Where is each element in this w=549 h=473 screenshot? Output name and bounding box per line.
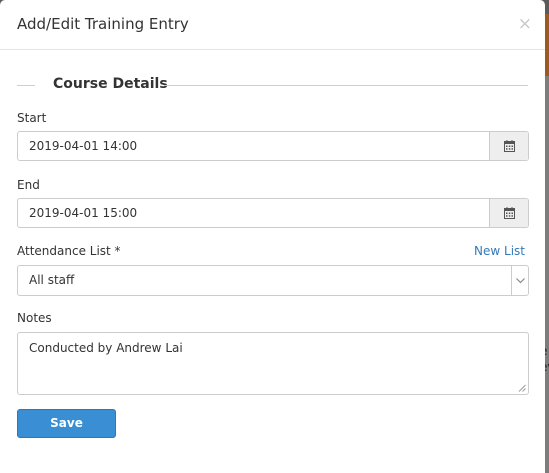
calendar-icon <box>503 207 515 219</box>
notes-value[interactable]: Conducted by Andrew Lai <box>29 341 183 355</box>
start-datetime-field[interactable]: 2019-04-01 14:00 <box>17 131 529 161</box>
notes-textarea[interactable]: Conducted by Andrew Lai <box>17 332 529 395</box>
end-datetime-field[interactable]: 2019-04-01 15:00 <box>17 198 529 228</box>
close-button[interactable]: × <box>518 14 532 34</box>
calendar-icon <box>503 140 515 152</box>
legend-divider-left <box>17 85 35 86</box>
training-entry-modal: Add/Edit Training Entry × Course Details… <box>0 0 545 473</box>
modal-title: Add/Edit Training Entry <box>17 15 189 33</box>
new-list-link[interactable]: New List <box>474 244 525 258</box>
attendance-selected-value[interactable]: All staff <box>18 266 511 295</box>
section-title: Course Details <box>53 76 168 92</box>
modal-header: Add/Edit Training Entry × <box>0 0 545 50</box>
attendance-dropdown-toggle[interactable] <box>511 266 528 295</box>
end-datetime-value[interactable]: 2019-04-01 15:00 <box>18 199 489 227</box>
chevron-down-icon <box>515 277 525 283</box>
start-label: Start <box>17 111 47 125</box>
save-button[interactable]: Save <box>17 409 116 438</box>
attendance-select[interactable]: All staff <box>17 265 529 296</box>
section-legend: Course Details <box>17 76 528 95</box>
legend-divider-right <box>164 85 528 86</box>
resize-handle-icon[interactable] <box>518 384 526 392</box>
end-label: End <box>17 178 40 192</box>
attendance-label: Attendance List * <box>17 244 121 258</box>
start-datetime-value[interactable]: 2019-04-01 14:00 <box>18 132 489 160</box>
start-calendar-button[interactable] <box>489 132 528 160</box>
notes-label: Notes <box>17 311 52 325</box>
end-calendar-button[interactable] <box>489 199 528 227</box>
